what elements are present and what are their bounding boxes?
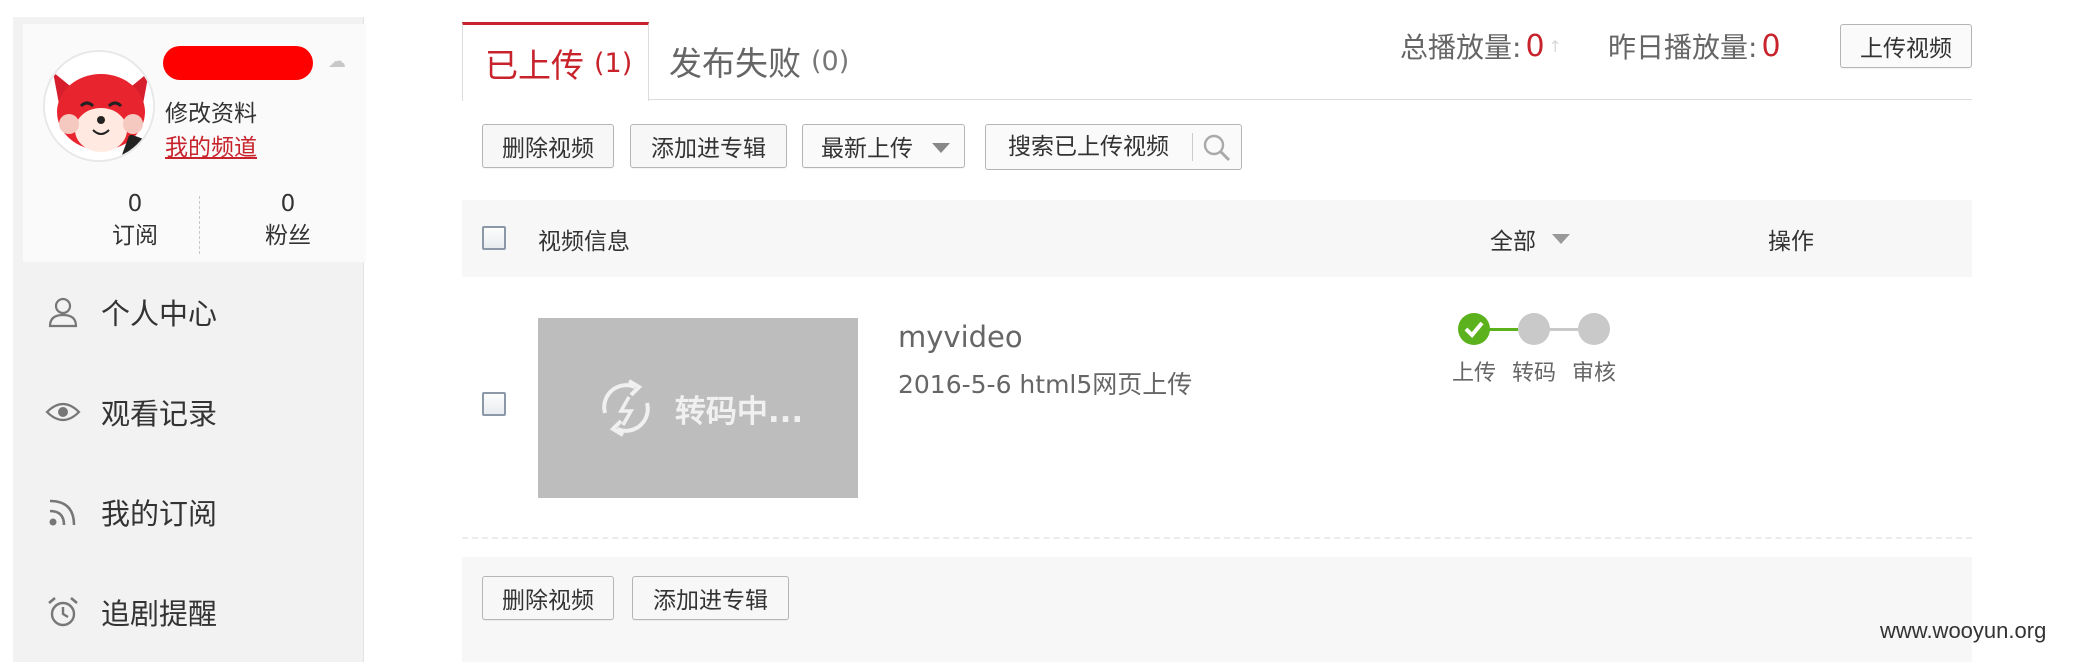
nav-item-personal-center[interactable]: 个人中心 <box>43 282 353 342</box>
thumbnail-status-text: 转码中... <box>674 393 804 430</box>
sidebar: ☁ 修改资料 我的频道 0 订阅 0 粉丝 个人中心 观看记录 我的订阅 追剧提… <box>13 17 366 662</box>
add-to-album-button[interactable]: 添加进专辑 <box>630 124 787 168</box>
header-action: 操作 <box>1768 228 1814 255</box>
edit-profile-link[interactable]: 修改资料 <box>165 94 257 128</box>
step-label: 转码 <box>1512 361 1557 386</box>
select-all-checkbox[interactable] <box>482 226 506 250</box>
subscriptions-stat[interactable]: 0 订阅 <box>75 189 195 253</box>
table-header: 视频信息 全部 操作 <box>462 200 1972 277</box>
alarm-clock-icon <box>43 592 83 632</box>
total-plays: 总播放量: 0 ↑ <box>1400 24 1562 68</box>
progress-line <box>1488 328 1518 331</box>
transcoding-icon <box>602 379 650 437</box>
user-icon <box>43 292 83 332</box>
avatar[interactable] <box>43 50 155 162</box>
yesterday-plays-label: 昨日播放量: <box>1608 31 1758 64</box>
search-separator <box>1192 133 1193 161</box>
nav-item-watch-history[interactable]: 观看记录 <box>43 382 353 442</box>
row-divider <box>462 537 1972 539</box>
progress-line <box>1548 328 1578 331</box>
fox-avatar-icon <box>45 52 153 160</box>
total-plays-value: 0 <box>1525 28 1545 64</box>
yesterday-plays-value: 0 <box>1761 28 1781 64</box>
row-checkbox[interactable] <box>482 392 506 416</box>
fans-label: 粉丝 <box>265 223 311 249</box>
fans-count: 0 <box>280 191 296 217</box>
tab-uploaded[interactable]: 已上传 (1) <box>462 22 649 101</box>
subscriptions-label: 订阅 <box>112 223 158 249</box>
redacted-username <box>163 46 313 80</box>
search-box <box>985 124 1242 170</box>
progress-dot <box>1518 313 1550 345</box>
chevron-down-icon <box>1552 233 1570 244</box>
table-row: 转码中... myvideo 2016-5-6 html5网页上传 上传 转码 … <box>462 277 1972 537</box>
sort-select-value: 最新上传 <box>821 136 913 162</box>
video-thumbnail[interactable]: 转码中... <box>538 318 858 498</box>
stat-divider <box>199 196 200 254</box>
search-icon[interactable] <box>1200 131 1234 165</box>
nav-item-label: 观看记录 <box>101 397 218 431</box>
eye-icon <box>43 392 83 432</box>
nav-item-label: 我的订阅 <box>101 497 218 531</box>
crown-icon: ☁ <box>328 51 346 72</box>
sort-select[interactable]: 最新上传 <box>802 124 965 168</box>
check-icon <box>1458 313 1490 345</box>
video-meta: 2016-5-6 html5网页上传 <box>898 370 1193 399</box>
status-filter-label: 全部 <box>1490 228 1536 255</box>
nav-item-series-reminder[interactable]: 追剧提醒 <box>43 582 353 642</box>
footer-add-to-album-button[interactable]: 添加进专辑 <box>632 576 789 620</box>
fans-stat[interactable]: 0 粉丝 <box>228 189 348 253</box>
rss-icon <box>43 492 83 532</box>
progress-dot <box>1578 313 1610 345</box>
video-title[interactable]: myvideo <box>898 320 1023 354</box>
status-filter-dropdown[interactable]: 全部 <box>1490 200 1570 277</box>
tab-publish-failed[interactable]: 发布失败 (0) <box>669 22 849 100</box>
status-progress: 上传 转码 审核 <box>1452 313 1678 403</box>
chevron-down-icon <box>932 143 950 153</box>
nav-item-label: 个人中心 <box>101 297 218 331</box>
profile-card: ☁ 修改资料 我的频道 0 订阅 0 粉丝 <box>23 24 366 262</box>
yesterday-plays: 昨日播放量: 0 <box>1608 24 1781 68</box>
tab-count: (0) <box>811 45 850 77</box>
tab-count: (1) <box>594 47 633 79</box>
watermark: www.wooyun.org <box>1880 618 2047 643</box>
search-input[interactable] <box>986 125 1193 169</box>
footer-delete-video-button[interactable]: 删除视频 <box>482 576 614 620</box>
header-video-info: 视频信息 <box>538 228 630 255</box>
my-channel-link[interactable]: 我的频道 <box>165 128 257 162</box>
arrow-up-icon: ↑ <box>1548 36 1562 56</box>
step-label: 审核 <box>1572 361 1617 386</box>
upload-video-button[interactable]: 上传视频 <box>1840 24 1972 68</box>
tab-label: 已上传 <box>485 46 584 85</box>
tab-label: 发布失败 <box>669 44 801 83</box>
delete-video-button[interactable]: 删除视频 <box>482 124 614 168</box>
nav-item-my-subscriptions[interactable]: 我的订阅 <box>43 482 353 542</box>
total-plays-label: 总播放量: <box>1400 31 1522 64</box>
nav-item-label: 追剧提醒 <box>101 597 218 631</box>
step-label: 上传 <box>1452 361 1497 386</box>
subscriptions-count: 0 <box>127 191 143 217</box>
